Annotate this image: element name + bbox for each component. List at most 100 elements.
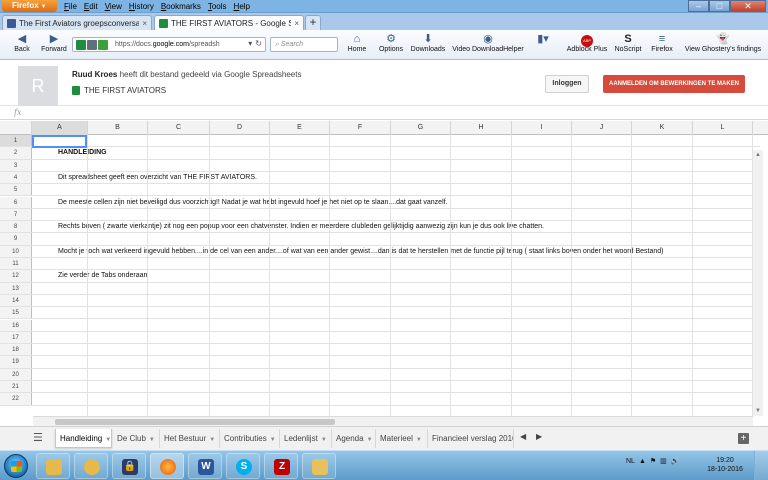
reload-icon[interactable]: ↻	[255, 39, 262, 48]
row-header[interactable]: 22	[0, 393, 32, 405]
chevron-down-icon[interactable]: ▼	[105, 437, 111, 443]
document-title[interactable]: THE FIRST AVIATORS	[72, 86, 166, 95]
cell-b2[interactable]: HANDLEIDING	[58, 147, 107, 159]
taskbar-filezilla[interactable]: Z	[264, 453, 298, 479]
menu-bookmarks[interactable]: Bookmarks	[161, 1, 201, 12]
horizontal-scrollbar[interactable]	[33, 416, 753, 426]
site-identity[interactable]	[76, 40, 112, 50]
horizontal-scroll-thumb[interactable]	[55, 419, 335, 425]
column-header-f[interactable]: F	[330, 121, 391, 135]
select-all-corner[interactable]	[0, 121, 32, 135]
menu-view[interactable]: View	[105, 1, 122, 12]
chevron-down-icon[interactable]: ▼	[149, 437, 155, 443]
column-header-h[interactable]: H	[451, 121, 512, 135]
column-header-a[interactable]: A	[32, 121, 88, 135]
taskbar-skype[interactable]: S	[226, 453, 260, 479]
cell-b12[interactable]: Zie verder de Tabs onderaan	[58, 270, 147, 282]
network-icon[interactable]: ▥	[660, 457, 667, 467]
taskbar-keepass[interactable]: 🔒	[112, 453, 146, 479]
row-header[interactable]: 12	[0, 270, 32, 282]
row-header[interactable]: 10	[0, 245, 32, 257]
search-input[interactable]: ⌕ Search	[270, 37, 338, 52]
all-sheets-menu-icon[interactable]: ☰	[33, 433, 43, 444]
options-button[interactable]: ⚙ Options	[376, 33, 406, 53]
sheet-tab-handleiding[interactable]: Handleiding ▼	[55, 429, 112, 448]
menu-file[interactable]: File	[64, 1, 77, 12]
row-header[interactable]: 14	[0, 294, 32, 307]
sheet-tab-ledenlijst[interactable]: Ledenlijst ▼	[280, 429, 332, 448]
row-header[interactable]: 16	[0, 319, 32, 331]
column-header-j[interactable]: J	[572, 121, 632, 135]
row-header[interactable]: 3	[0, 159, 32, 171]
close-tab-icon[interactable]: ×	[294, 19, 299, 28]
row-header[interactable]: 11	[0, 258, 32, 270]
url-bar[interactable]: https://docs.google.com/spreadsh ▾ ↻	[72, 37, 266, 52]
volume-icon[interactable]: 🔊	[671, 457, 680, 467]
row-header[interactable]: 8	[0, 221, 32, 233]
menu-edit[interactable]: Edit	[84, 1, 98, 12]
back-button[interactable]: ◀ Back	[10, 33, 34, 53]
sheet-tab-de-club[interactable]: De Club ▼	[113, 429, 160, 448]
chevron-down-icon[interactable]: ▼	[270, 437, 276, 443]
chevron-down-icon[interactable]: ▼	[209, 437, 215, 443]
flag-icon[interactable]: ⚑	[650, 457, 656, 467]
menu-history[interactable]: History	[129, 1, 154, 12]
video-downloadhelper-button[interactable]: ◉ Video DownloadHelper	[450, 33, 526, 53]
tab-groepsconversatie[interactable]: The First Aviators groepsconversatie |..…	[2, 15, 152, 30]
formula-bar[interactable]: fx	[0, 107, 768, 120]
row-header[interactable]: 20	[0, 368, 32, 380]
firefox-app-button[interactable]: Firefox ▼	[2, 0, 57, 12]
row-header[interactable]: 4	[0, 171, 32, 184]
selected-cell-a1[interactable]	[32, 135, 87, 148]
clock[interactable]: 19:20 18-10-2016	[706, 456, 744, 474]
row-header[interactable]: 7	[0, 208, 32, 221]
downloads-button[interactable]: ⬇ Downloads	[408, 33, 448, 53]
vertical-scrollbar[interactable]: ▲ ▼	[752, 150, 763, 416]
column-header-b[interactable]: B	[88, 121, 148, 135]
row-header[interactable]: 6	[0, 196, 32, 208]
chevron-down-icon[interactable]: ▼	[416, 437, 422, 443]
row-header[interactable]: 9	[0, 233, 32, 245]
adblock-plus-button[interactable]: ABP Adblock Plus	[564, 33, 610, 53]
row-header[interactable]: 5	[0, 184, 32, 196]
row-header[interactable]: 2	[0, 147, 32, 159]
url-text[interactable]: https://docs.google.com/spreadsh	[115, 40, 237, 50]
firefox-menu-button[interactable]: ≡ Firefox	[648, 33, 676, 53]
taskbar-messenger[interactable]	[74, 453, 108, 479]
row-header[interactable]: 19	[0, 356, 32, 368]
language-indicator[interactable]: NL	[626, 457, 635, 467]
forward-button[interactable]: ▶ Forward	[38, 33, 70, 53]
row-header[interactable]: 15	[0, 307, 32, 319]
column-header-g[interactable]: G	[391, 121, 451, 135]
scroll-up-icon[interactable]: ▲	[754, 151, 762, 159]
cell-b10[interactable]: Mocht je toch wat verkeerd ingevuld hebb…	[58, 246, 663, 258]
noscript-button[interactable]: S NoScript	[612, 33, 644, 53]
maximize-button[interactable]: □	[709, 0, 730, 12]
chevron-down-icon[interactable]: ▼	[321, 437, 327, 443]
menu-tools[interactable]: Tools	[208, 1, 227, 12]
row-header[interactable]: 1	[0, 135, 32, 147]
row-header[interactable]: 13	[0, 282, 32, 294]
ghostery-button[interactable]: 👻 View Ghostery's findings	[680, 33, 766, 53]
new-tab-button[interactable]: +	[305, 15, 321, 30]
close-window-button[interactable]: ✕	[730, 0, 766, 12]
row-header[interactable]: 21	[0, 381, 32, 393]
row-header[interactable]: 18	[0, 344, 32, 356]
close-tab-icon[interactable]: ×	[142, 19, 147, 28]
column-header-l[interactable]: L	[693, 121, 753, 135]
scroll-down-icon[interactable]: ▼	[754, 407, 762, 415]
chevron-down-icon[interactable]: ▼	[367, 437, 373, 443]
chevron-up-icon[interactable]: ▲	[639, 457, 646, 467]
cell-b8[interactable]: Rechts boven ( zwarte vierkantje) zit no…	[58, 221, 544, 233]
show-desktop-button[interactable]	[754, 451, 768, 480]
column-header-i[interactable]: I	[512, 121, 572, 135]
row-header[interactable]: 17	[0, 331, 32, 344]
clipboard-button[interactable]: ▮▾	[532, 33, 554, 46]
taskbar-word[interactable]: W	[188, 453, 222, 479]
column-header-d[interactable]: D	[210, 121, 270, 135]
sheet-tab-agenda[interactable]: Agenda ▼	[332, 429, 376, 448]
start-button[interactable]	[4, 454, 28, 478]
signup-to-edit-button[interactable]: AANMELDEN OM BEWERKINGEN TE MAKEN	[603, 75, 745, 93]
taskbar-file-explorer[interactable]	[36, 453, 70, 479]
sheet-scroll-left-icon[interactable]: ◀	[520, 432, 526, 441]
